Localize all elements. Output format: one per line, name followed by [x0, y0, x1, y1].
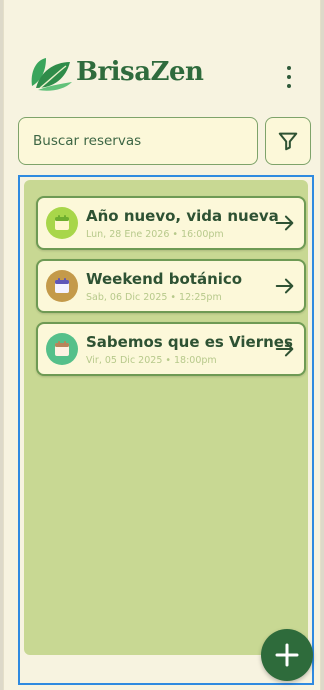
dot-icon — [287, 66, 291, 70]
leaf-logo-icon — [31, 58, 72, 91]
reservation-card[interactable]: Año nuevo, vida nueva Lun, 28 Ene 2026 •… — [36, 196, 306, 250]
calendar-icon — [55, 341, 69, 356]
reservation-title: Weekend botánico — [86, 270, 243, 288]
reservations-list[interactable]: Año nuevo, vida nueva Lun, 28 Ene 2026 •… — [24, 180, 308, 655]
reservations-list-frame: Año nuevo, vida nueva Lun, 28 Ene 2026 •… — [18, 175, 314, 685]
reservation-card[interactable]: Sabemos que es Viernes Vir, 05 Dic 2025 … — [36, 322, 306, 376]
reservation-title: Sabemos que es Viernes — [86, 333, 293, 351]
reservation-datetime: Lun, 28 Ene 2026 • 16:00pm — [86, 229, 224, 240]
dot-icon — [287, 75, 291, 79]
filter-button[interactable] — [265, 117, 311, 165]
calendar-icon-badge — [46, 270, 78, 302]
reservation-datetime: Vir, 05 Dic 2025 • 18:00pm — [86, 355, 217, 366]
app-screen: BrisaZen Año — [3, 0, 321, 690]
calendar-icon-badge — [46, 207, 78, 239]
dot-icon — [287, 84, 291, 88]
search-field[interactable] — [18, 117, 258, 165]
calendar-icon — [55, 278, 69, 293]
add-reservation-button[interactable] — [261, 629, 313, 681]
brand-name: BrisaZen — [76, 57, 204, 87]
more-options-button[interactable] — [278, 62, 300, 92]
arrow-right-icon[interactable] — [274, 275, 296, 297]
plus-icon — [275, 643, 299, 667]
reservation-card[interactable]: Weekend botánico Sab, 06 Dic 2025 • 12:2… — [36, 259, 306, 313]
reservation-title: Año nuevo, vida nueva — [86, 207, 279, 225]
filter-icon — [278, 132, 298, 151]
calendar-icon-badge — [46, 333, 78, 365]
search-input[interactable] — [31, 132, 245, 150]
calendar-icon — [55, 215, 69, 230]
arrow-right-icon[interactable] — [274, 338, 296, 360]
arrow-right-icon[interactable] — [274, 212, 296, 234]
app-header: BrisaZen — [4, 0, 320, 110]
reservation-datetime: Sab, 06 Dic 2025 • 12:25pm — [86, 292, 222, 303]
